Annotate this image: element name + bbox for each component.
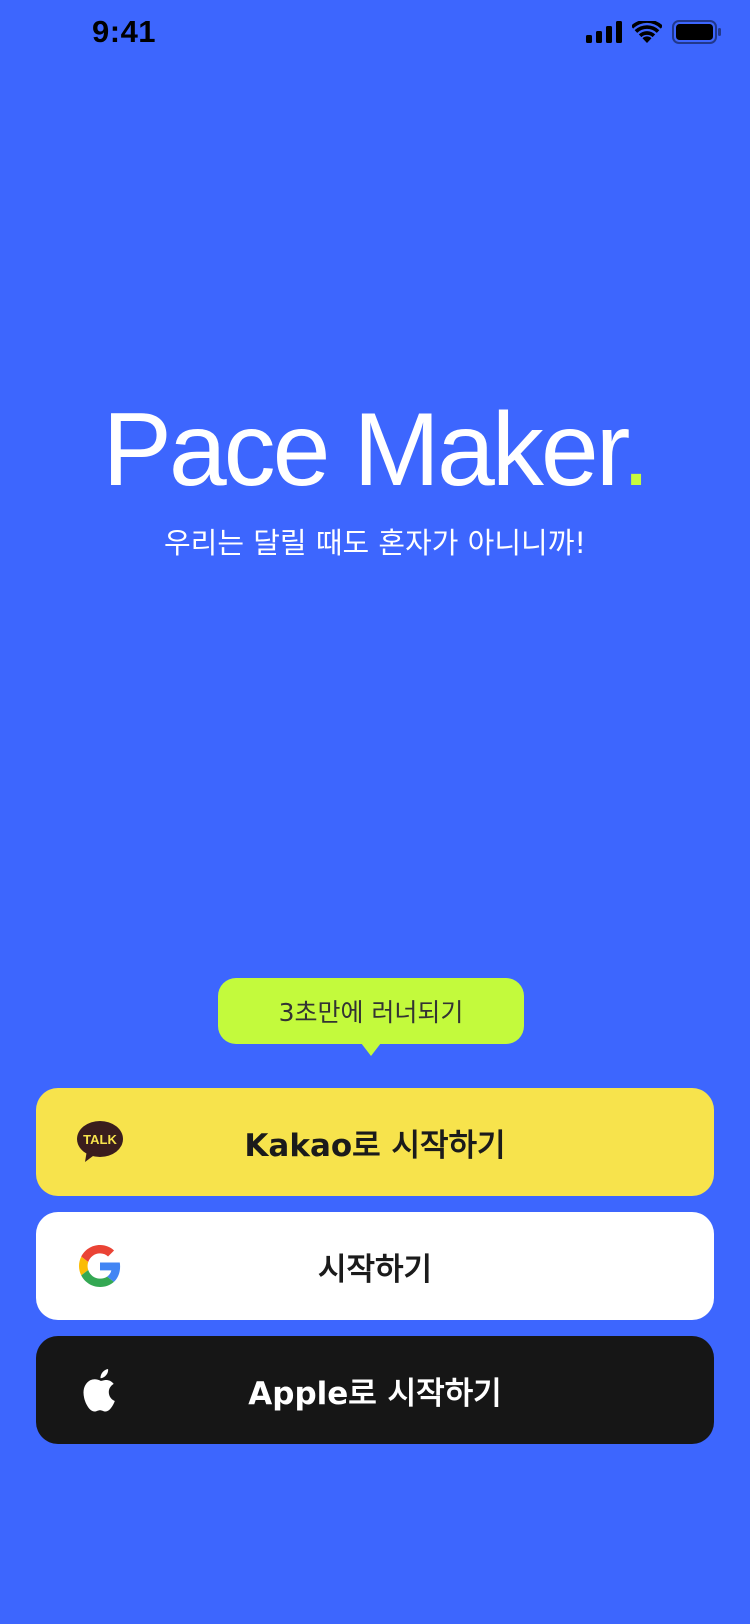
app-logo-dot: . <box>621 392 651 508</box>
google-login-button[interactable]: 시작하기 <box>36 1212 714 1320</box>
battery-icon <box>672 20 721 44</box>
wifi-icon <box>632 21 662 43</box>
kakao-login-button[interactable]: TALK Kakao로 시작하기 <box>36 1088 714 1196</box>
status-time: 9:41 <box>92 14 157 49</box>
app-logo-text: Pace Maker <box>102 392 624 508</box>
app-logo: Pace Maker. <box>0 398 750 502</box>
app-tagline: 우리는 달릴 때도 혼자가 아니니까! <box>163 526 587 560</box>
apple-icon <box>76 1366 124 1414</box>
kakao-login-label: Kakao로 시작하기 <box>244 1127 506 1164</box>
kakao-talk-icon: TALK <box>76 1118 124 1166</box>
status-icons <box>586 20 722 44</box>
google-icon <box>76 1242 124 1290</box>
cellular-signal-icon <box>586 21 622 43</box>
google-login-label: 시작하기 <box>317 1251 433 1288</box>
apple-login-button[interactable]: Apple로 시작하기 <box>36 1336 714 1444</box>
signup-tooltip-text: 3초만에 러너되기 <box>278 998 464 1027</box>
kakao-talk-badge: TALK <box>83 1132 117 1147</box>
apple-login-label: Apple로 시작하기 <box>248 1375 502 1412</box>
status-bar: 9:41 <box>0 0 750 66</box>
signup-tooltip: 3초만에 러너되기 <box>218 978 524 1056</box>
